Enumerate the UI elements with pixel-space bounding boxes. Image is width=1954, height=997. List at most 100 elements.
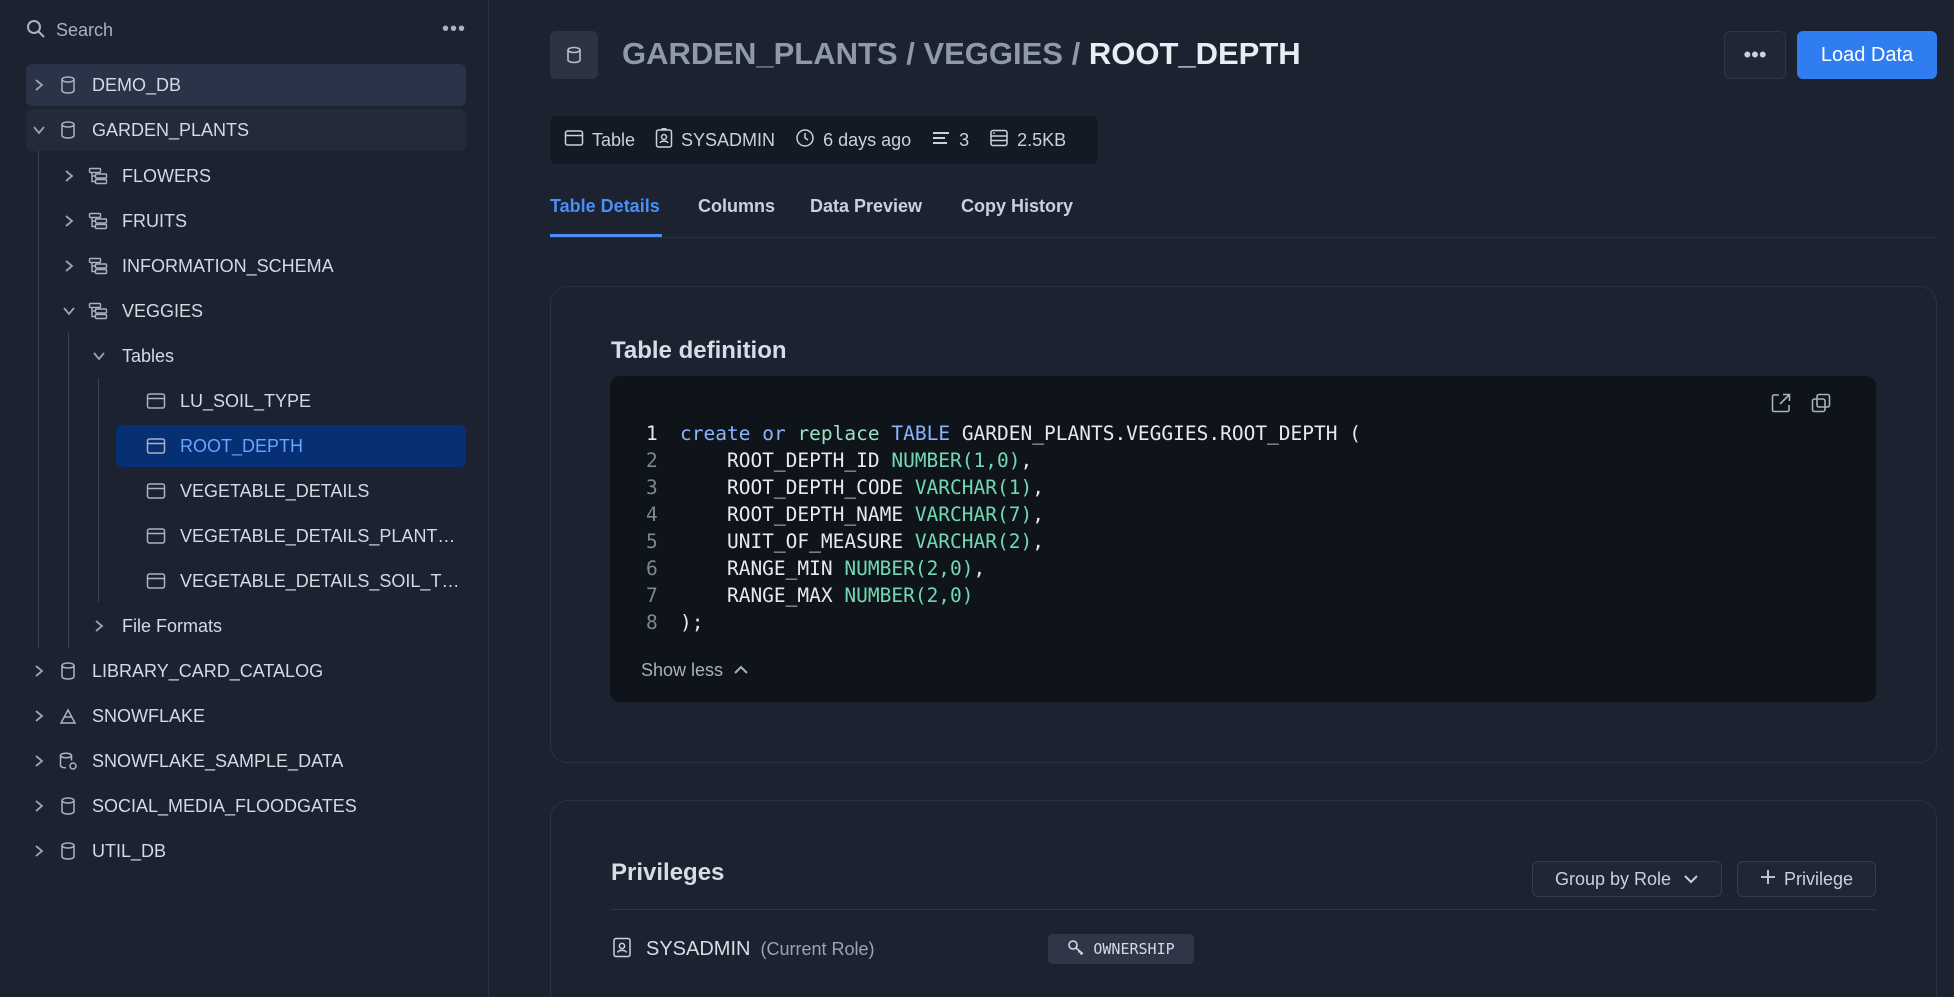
table-icon [146, 391, 166, 411]
schema-icon [88, 211, 108, 231]
meta-modified: 6 days ago [795, 128, 911, 153]
tree-item[interactable]: Tables [86, 335, 466, 377]
tree-item-label: SOCIAL_MEDIA_FLOODGATES [92, 795, 357, 816]
tab-copy-history[interactable]: Copy History [961, 196, 1073, 217]
chevron-right-icon[interactable] [32, 754, 46, 768]
tree-item[interactable]: ROOT_DEPTH [116, 425, 466, 467]
active-tab-indicator [550, 234, 662, 237]
tree-item[interactable]: GARDEN_PLANTS [26, 109, 466, 151]
search-box[interactable]: Search ••• [26, 14, 466, 46]
chevron-right-icon[interactable] [62, 214, 76, 228]
tree-item-label: LU_SOIL_TYPE [180, 390, 312, 411]
table-definition-title: Table definition [611, 337, 787, 364]
plus-icon [1760, 869, 1776, 890]
meta-columns: 3 [931, 130, 969, 151]
tab-data-preview[interactable]: Data Preview [810, 196, 922, 217]
chevron-right-icon[interactable] [32, 799, 46, 813]
database-icon [58, 796, 78, 816]
add-privilege-button[interactable]: Privilege [1737, 861, 1876, 897]
breadcrumb-database[interactable]: GARDEN_PLANTS [622, 36, 898, 71]
chevron-right-icon[interactable] [32, 664, 46, 678]
tree-item-label: FRUITS [122, 210, 187, 231]
clock-icon [795, 128, 815, 153]
tree-item[interactable]: VEGETABLE_DETAILS [116, 470, 466, 512]
tree-item-label: SNOWFLAKE_SAMPLE_DATA [92, 750, 344, 771]
schema-icon [88, 166, 108, 186]
tree-item-label: SNOWFLAKE [92, 705, 206, 726]
tree-item[interactable]: FRUITS [56, 200, 466, 242]
database-icon [58, 75, 78, 95]
table-icon [146, 436, 166, 456]
sql-code[interactable]: 1 create or replace TABLE GARDEN_PLANTS.V… [646, 420, 1361, 636]
chevron-right-icon[interactable] [32, 709, 46, 723]
search-placeholder[interactable]: Search [56, 20, 113, 41]
show-less-toggle[interactable]: Show less [641, 660, 749, 681]
tree-item[interactable]: VEGETABLE_DETAILS_PLANT… [116, 515, 466, 557]
group-by-role-dropdown[interactable]: Group by Role [1532, 861, 1722, 897]
tree-item[interactable]: LIBRARY_CARD_CATALOG [26, 650, 466, 692]
open-in-worksheet-icon[interactable] [1770, 392, 1792, 419]
chevron-down-icon [1683, 869, 1699, 890]
role-name: SYSADMIN [646, 937, 751, 960]
database-icon [58, 120, 78, 140]
load-data-button[interactable]: Load Data [1797, 31, 1937, 79]
tab-columns[interactable]: Columns [698, 196, 775, 217]
page-title: GARDEN_PLANTS / VEGGIES / ROOT_DEPTH [622, 36, 1301, 72]
schema-icon [88, 256, 108, 276]
privilege-row: SYSADMIN (Current Role) [612, 934, 875, 964]
tree-item-label: ROOT_DEPTH [180, 435, 304, 456]
snowflake-share-icon [58, 706, 78, 726]
copy-icon[interactable] [1810, 392, 1832, 419]
tree-guide-line [38, 130, 39, 648]
tree-item-label: UTIL_DB [92, 840, 167, 861]
tree-item[interactable]: UTIL_DB [26, 830, 466, 872]
chevron-down-icon[interactable] [62, 304, 76, 318]
schema-icon [88, 301, 108, 321]
tree-item[interactable]: SNOWFLAKE [26, 695, 466, 737]
chevron-right-icon[interactable] [32, 78, 46, 92]
meta-kind: Table [564, 129, 635, 152]
ownership-badge: OWNERSHIP [1048, 934, 1194, 964]
breadcrumb-separator: / [897, 36, 924, 71]
tree-item[interactable]: INFORMATION_SCHEMA [56, 245, 466, 287]
database-icon [58, 661, 78, 681]
storage-icon [989, 128, 1009, 153]
sidebar-more-icon[interactable]: ••• [442, 18, 466, 41]
table-icon [146, 481, 166, 501]
tree-item[interactable]: VEGGIES [56, 290, 466, 332]
detail-tabs: Table Details Columns Data Preview Copy … [550, 190, 1937, 238]
chevron-right-icon[interactable] [92, 619, 106, 633]
tree-item-label: DEMO_DB [92, 74, 182, 95]
shared-database-icon [58, 751, 78, 771]
chevron-down-icon[interactable] [92, 349, 106, 363]
privileges-card: Privileges [550, 800, 1937, 997]
privileges-title: Privileges [611, 859, 725, 886]
tree-item[interactable]: SNOWFLAKE_SAMPLE_DATA [26, 740, 466, 782]
role-badge-icon [655, 127, 673, 153]
breadcrumb-separator: / [1062, 36, 1089, 71]
tree-item[interactable]: FLOWERS [56, 155, 466, 197]
meta-owner: SYSADMIN [655, 127, 775, 153]
tree-item[interactable]: LU_SOIL_TYPE [116, 380, 466, 422]
chevron-right-icon[interactable] [62, 259, 76, 273]
chevron-right-icon[interactable] [32, 844, 46, 858]
tree-item-label: GARDEN_PLANTS [92, 119, 250, 140]
role-note: (Current Role) [760, 938, 875, 959]
role-badge-icon [612, 936, 632, 963]
tree-item[interactable]: DEMO_DB [26, 64, 466, 106]
breadcrumb-schema[interactable]: VEGGIES [923, 36, 1063, 71]
tree-item-label: VEGETABLE_DETAILS_PLANT… [180, 525, 456, 546]
tree-item[interactable]: SOCIAL_MEDIA_FLOODGATES [26, 785, 466, 827]
table-icon [146, 571, 166, 591]
tree-item-label: File Formats [122, 615, 223, 636]
tree-item[interactable]: File Formats [86, 605, 466, 647]
privileges-divider [610, 909, 1876, 910]
key-icon [1067, 939, 1087, 959]
tab-table-details[interactable]: Table Details [550, 196, 660, 217]
tree-item-label: VEGGIES [122, 300, 204, 321]
chevron-down-icon[interactable] [32, 123, 46, 137]
tree-item[interactable]: VEGETABLE_DETAILS_SOIL_T… [116, 560, 466, 602]
database-icon [58, 841, 78, 861]
more-actions-button[interactable]: ••• [1724, 31, 1786, 79]
chevron-right-icon[interactable] [62, 169, 76, 183]
